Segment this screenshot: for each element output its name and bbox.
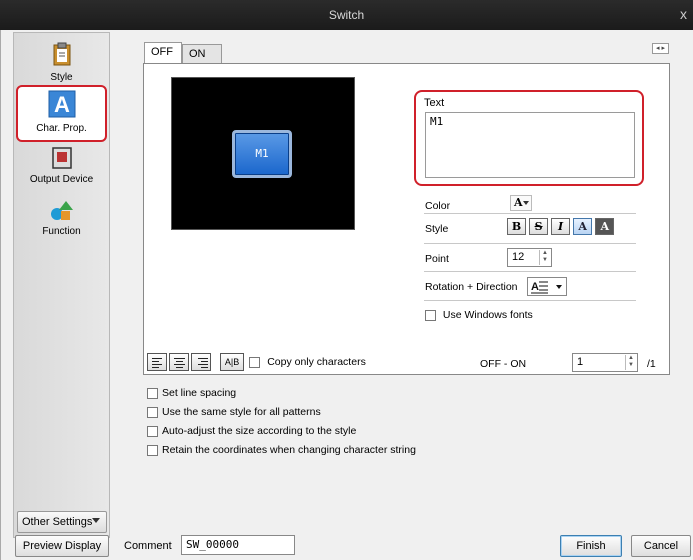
- close-icon[interactable]: x: [680, 6, 687, 22]
- title-bar: Switch x: [0, 0, 693, 30]
- option-same-style[interactable]: Use the same style for all patterns: [147, 406, 321, 418]
- pattern-total: /1: [647, 358, 656, 370]
- shapes-icon: [50, 201, 73, 220]
- line-spacing-checkbox[interactable]: [147, 387, 158, 399]
- cancel-button[interactable]: Cancel: [631, 535, 691, 557]
- tab-off[interactable]: OFF: [144, 42, 182, 64]
- char-spacing-button[interactable]: A|B: [220, 353, 245, 371]
- strikeout-button[interactable]: S: [529, 218, 549, 235]
- same-style-checkbox[interactable]: [147, 406, 158, 418]
- comment-label: Comment: [124, 540, 172, 552]
- chevron-down-icon: [92, 518, 100, 523]
- align-center-button[interactable]: [169, 353, 189, 371]
- align-left-button[interactable]: [147, 353, 167, 371]
- shadow-button[interactable]: A: [573, 218, 593, 235]
- sidebar-item-char-prop[interactable]: A Char. Prop.: [16, 85, 107, 142]
- sidebar-item-label: Style: [50, 72, 73, 83]
- spin-arrows-icon[interactable]: ▲ ▼: [539, 250, 550, 265]
- color-glyph: A: [514, 196, 523, 209]
- retain-coords-checkbox[interactable]: [147, 444, 158, 456]
- style-buttons: B S I A A: [507, 218, 615, 235]
- option-line-spacing[interactable]: Set line spacing: [147, 387, 236, 399]
- text-direction-icon: A: [531, 281, 548, 294]
- pattern-panel: M1 Text M1 Color A Style B S I A A Point…: [143, 63, 670, 375]
- copy-only-label: Copy only characters: [267, 356, 366, 368]
- rotation-label: Rotation + Direction: [425, 281, 518, 293]
- option-auto-adjust[interactable]: Auto-adjust the size according to the st…: [147, 425, 356, 437]
- tab-label: ON: [189, 48, 206, 60]
- align-right-button[interactable]: [191, 353, 211, 371]
- svg-text:A: A: [531, 281, 539, 293]
- color-picker[interactable]: A: [510, 195, 532, 211]
- window-title: Switch: [328, 8, 365, 22]
- chevron-down-icon: [523, 201, 529, 205]
- text-group: Text M1: [414, 90, 644, 186]
- rotation-dropdown[interactable]: A: [527, 277, 567, 296]
- option-label: Set line spacing: [162, 387, 237, 399]
- tab-label: OFF: [151, 46, 173, 58]
- point-label: Point: [425, 253, 449, 265]
- preview-display-button[interactable]: Preview Display: [15, 535, 109, 557]
- option-label: Use the same style for all patterns: [162, 406, 321, 418]
- outline-button[interactable]: A: [595, 218, 615, 235]
- font-a-icon: A: [48, 90, 75, 118]
- dialog-body: Style A Char. Prop. Output Device Functi…: [0, 30, 693, 560]
- sidebar-item-label: Output Device: [29, 174, 94, 185]
- sidebar-item-style[interactable]: Style: [16, 39, 107, 85]
- clipboard-icon: [53, 42, 70, 66]
- use-windows-fonts-row[interactable]: Use Windows fonts: [425, 309, 533, 321]
- pattern-index-value: 1: [577, 356, 584, 368]
- switch-device-icon: [51, 147, 72, 169]
- point-stepper[interactable]: 12 ▲ ▼: [507, 248, 552, 267]
- chevron-down-icon: [556, 285, 562, 289]
- sidebar-item-output-device[interactable]: Output Device: [16, 147, 107, 191]
- color-label: Color: [425, 200, 451, 212]
- text-label: Text: [424, 97, 445, 109]
- other-settings-label: Other Settings: [22, 516, 93, 528]
- bottom-bar: Preview Display Comment SW_00000 Finish …: [1, 530, 693, 560]
- sidebar-item-label: Char. Prop.: [36, 123, 87, 134]
- option-label: Retain the coordinates when changing cha…: [162, 444, 416, 456]
- svg-text:A: A: [54, 92, 70, 117]
- pattern-index-stepper[interactable]: 1 ▲ ▼: [572, 353, 638, 372]
- text-input[interactable]: M1: [425, 112, 635, 178]
- italic-button[interactable]: I: [551, 218, 571, 235]
- copy-only-checkbox[interactable]: [249, 356, 261, 368]
- auto-adjust-checkbox[interactable]: [147, 425, 158, 437]
- sidebar: Style A Char. Prop. Output Device Functi…: [13, 32, 110, 538]
- bold-button[interactable]: B: [507, 218, 526, 235]
- tab-on[interactable]: ON: [182, 44, 222, 64]
- preview-switch: M1: [232, 130, 292, 178]
- finish-button[interactable]: Finish: [560, 535, 622, 557]
- option-retain-coords[interactable]: Retain the coordinates when changing cha…: [147, 444, 416, 456]
- style-label: Style: [425, 223, 449, 235]
- sidebar-item-function[interactable]: Function: [16, 199, 107, 243]
- comment-input[interactable]: SW_00000: [181, 535, 295, 555]
- option-label: Auto-adjust the size according to the st…: [162, 425, 357, 437]
- spin-arrows-icon[interactable]: ▲ ▼: [625, 355, 636, 370]
- alignment-toolbar: A|B Copy only characters: [147, 353, 366, 371]
- point-value: 12: [512, 251, 525, 263]
- off-on-label: OFF - ON: [480, 358, 527, 370]
- use-windows-fonts-label: Use Windows fonts: [442, 309, 533, 321]
- use-windows-fonts-checkbox[interactable]: [425, 309, 436, 321]
- tab-scroll-arrows[interactable]: ◂ ▸: [652, 43, 669, 54]
- char-spacing-icon: A|B: [224, 357, 240, 367]
- sidebar-item-label: Function: [42, 226, 81, 237]
- preview-canvas: M1: [171, 77, 355, 230]
